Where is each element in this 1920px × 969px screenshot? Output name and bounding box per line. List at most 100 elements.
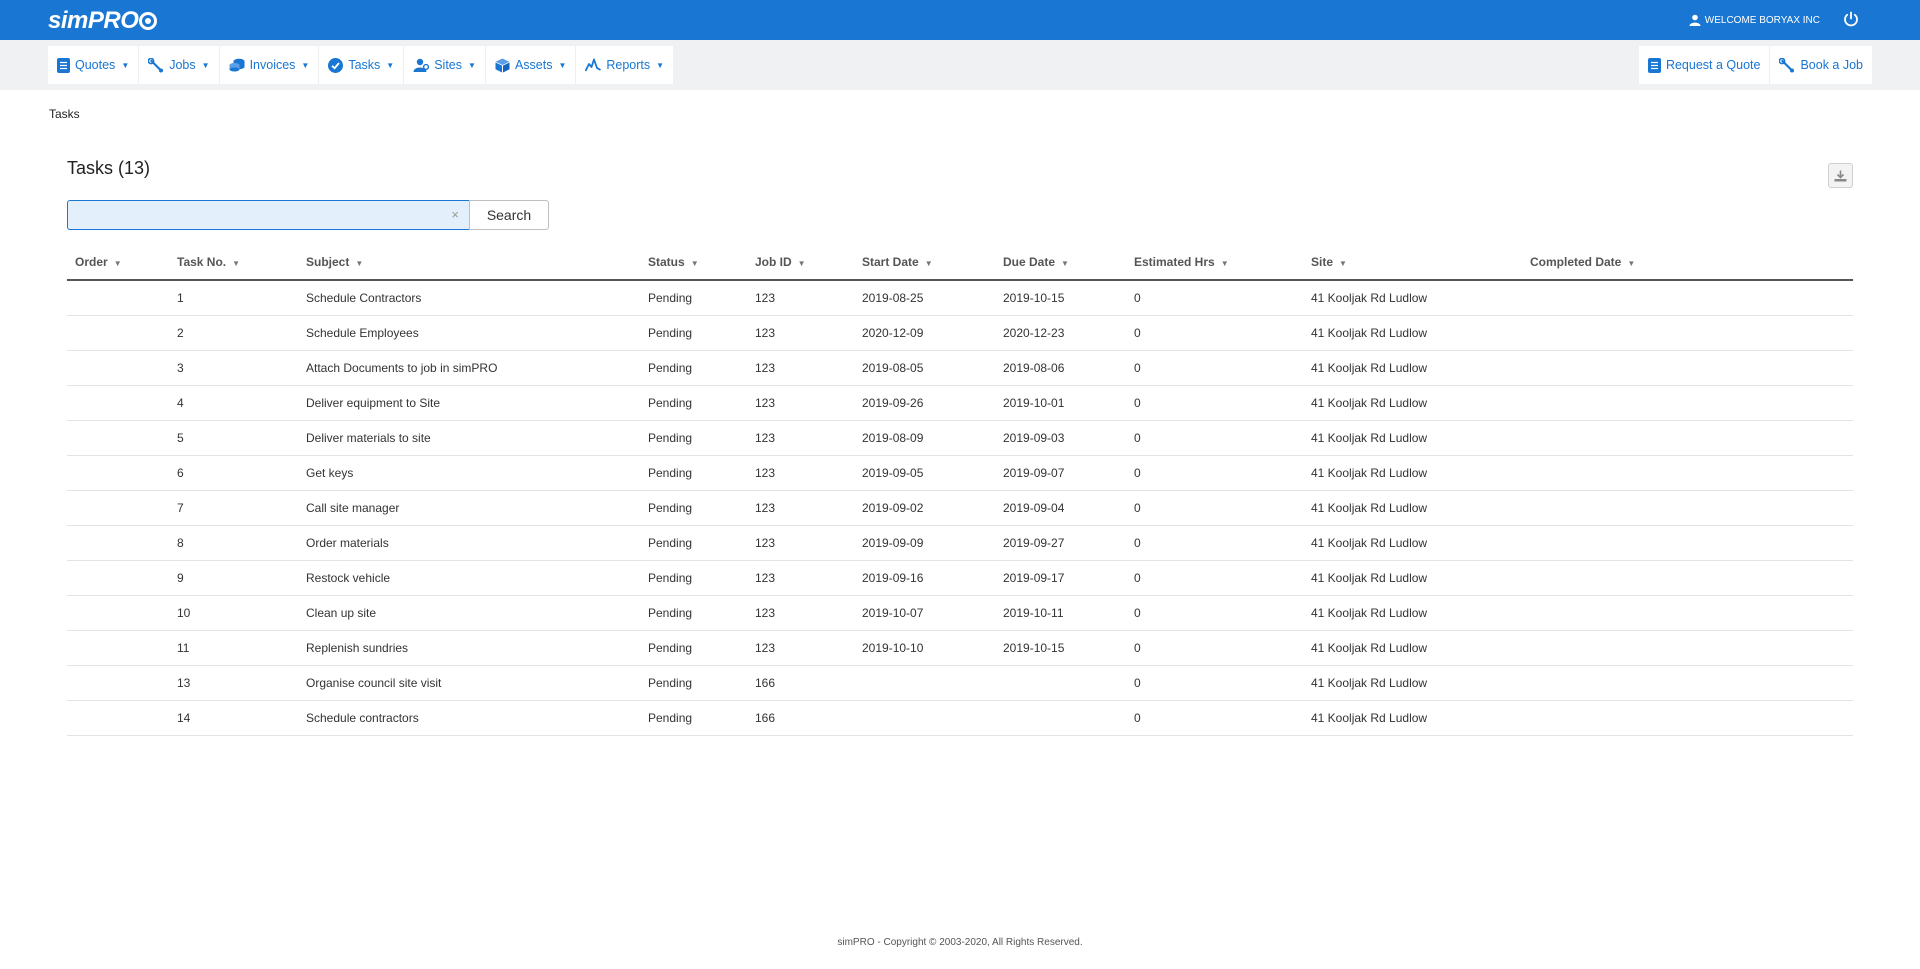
cell-subject[interactable]: Schedule Contractors — [298, 280, 640, 316]
column-header-completed-date[interactable]: Completed Date ▼ — [1522, 245, 1853, 281]
cell-subject[interactable]: Schedule contractors — [298, 700, 640, 736]
cell-start-date: 2019-09-02 — [854, 490, 995, 526]
cell-subject[interactable]: Organise council site visit — [298, 665, 640, 701]
table-row[interactable]: 8 Order materials Pending 123 2019-09-09 2019… — [67, 525, 1853, 561]
nav-assets[interactable]: Assets ▼ — [486, 46, 577, 84]
book-job-link[interactable]: Book a Job — [1770, 46, 1872, 84]
table-row[interactable]: 4 Deliver equipment to Site Pending 123 2019… — [67, 385, 1853, 421]
cell-estimated-hrs: 0 — [1126, 455, 1303, 491]
nav-sites[interactable]: Sites ▼ — [404, 46, 486, 84]
breadcrumb: Tasks — [49, 107, 80, 121]
cell-status: Pending — [640, 595, 747, 631]
nav-assets-label: Assets — [514, 58, 553, 72]
cell-start-date: 2019-10-07 — [854, 595, 995, 631]
wrench-icon — [1779, 57, 1795, 72]
cell-task-no: 3 — [169, 350, 298, 386]
nav-invoices[interactable]: Invoices ▼ — [220, 46, 320, 84]
cell-start-date — [854, 700, 995, 736]
welcome-user[interactable]: WELCOME BORYAX INC — [1689, 14, 1820, 26]
cell-site: 41 Kooljak Rd Ludlow — [1303, 525, 1522, 561]
cell-subject[interactable]: Deliver materials to site — [298, 420, 640, 456]
cell-due-date: 2019-08-06 — [995, 350, 1126, 386]
cell-start-date: 2019-09-09 — [854, 525, 995, 561]
table-row[interactable]: 5 Deliver materials to site Pending 123 2019… — [67, 420, 1853, 456]
column-header-task-no[interactable]: Task No. ▼ — [169, 245, 298, 281]
column-header-estimated-hrs[interactable]: Estimated Hrs ▼ — [1126, 245, 1303, 281]
cell-start-date: 2019-09-26 — [854, 385, 995, 421]
clear-search-icon[interactable]: × — [451, 207, 459, 222]
cell-site: 41 Kooljak Rd Ludlow — [1303, 665, 1522, 701]
cell-subject[interactable]: Order materials — [298, 525, 640, 561]
column-header-start-date[interactable]: Start Date ▼ — [854, 245, 995, 281]
cell-completed-date — [1522, 490, 1853, 526]
logo-text: simPRO — [48, 7, 139, 34]
cell-subject[interactable]: Call site manager — [298, 490, 640, 526]
nav-quotes[interactable]: Quotes ▼ — [48, 46, 140, 84]
column-header-label: Completed Date — [1530, 255, 1622, 269]
cell-order — [67, 350, 169, 386]
cell-job-id: 123 — [747, 525, 854, 561]
column-header-job-id[interactable]: Job ID ▼ — [747, 245, 854, 281]
cell-order — [67, 700, 169, 736]
nav-jobs[interactable]: Jobs ▼ — [139, 46, 220, 84]
cell-due-date: 2019-10-11 — [995, 595, 1126, 631]
table-row[interactable]: 6 Get keys Pending 123 2019-09-05 2019-09-07 0… — [67, 455, 1853, 491]
column-header-site[interactable]: Site ▼ — [1303, 245, 1522, 281]
cell-task-no: 5 — [169, 420, 298, 456]
primary-nav: Quotes ▼ Jobs ▼ Invoices ▼ Tasks ▼ Sites… — [48, 46, 674, 84]
power-logout-icon[interactable] — [1842, 10, 1860, 28]
cell-estimated-hrs: 0 — [1126, 280, 1303, 316]
sort-caret-icon: ▼ — [924, 259, 933, 268]
cell-task-no: 7 — [169, 490, 298, 526]
cell-due-date: 2019-10-01 — [995, 385, 1126, 421]
table-row[interactable]: 13 Organise council site visit Pending 166 0… — [67, 665, 1853, 701]
cell-start-date — [854, 665, 995, 701]
cell-task-no: 1 — [169, 280, 298, 316]
export-button[interactable] — [1828, 163, 1853, 188]
table-row[interactable]: 9 Restock vehicle Pending 123 2019-09-16 2019… — [67, 560, 1853, 596]
search-box: × — [67, 200, 469, 230]
cell-order — [67, 280, 169, 316]
table-row[interactable]: 2 Schedule Employees Pending 123 2020-12-09 2… — [67, 315, 1853, 351]
cell-subject[interactable]: Get keys — [298, 455, 640, 491]
cell-task-no: 9 — [169, 560, 298, 596]
cell-status: Pending — [640, 665, 747, 701]
column-header-status[interactable]: Status ▼ — [640, 245, 747, 281]
cell-job-id: 123 — [747, 350, 854, 386]
cell-subject[interactable]: Attach Documents to job in simPRO — [298, 350, 640, 386]
cell-estimated-hrs: 0 — [1126, 525, 1303, 561]
column-header-subject[interactable]: Subject ▼ — [298, 245, 640, 281]
cell-start-date: 2019-08-05 — [854, 350, 995, 386]
table-row[interactable]: 10 Clean up site Pending 123 2019-10-07 2019-… — [67, 595, 1853, 631]
cell-estimated-hrs: 0 — [1126, 490, 1303, 526]
table-row[interactable]: 1 Schedule Contractors Pending 123 2019-08-2… — [67, 280, 1853, 316]
sort-caret-icon: ▼ — [1220, 259, 1229, 268]
column-header-label: Start Date — [862, 255, 919, 269]
cell-site: 41 Kooljak Rd Ludlow — [1303, 280, 1522, 316]
column-header-order[interactable]: Order ▼ — [67, 245, 169, 281]
request-quote-link[interactable]: Request a Quote — [1639, 46, 1771, 84]
nav-reports[interactable]: Reports ▼ — [576, 46, 673, 84]
cell-subject[interactable]: Deliver equipment to Site — [298, 385, 640, 421]
table-row[interactable]: 11 Replenish sundries Pending 123 2019-10-10… — [67, 630, 1853, 666]
column-header-due-date[interactable]: Due Date ▼ — [995, 245, 1126, 281]
nav-tasks[interactable]: Tasks ▼ — [319, 46, 405, 84]
cell-task-no: 2 — [169, 315, 298, 351]
cell-order — [67, 525, 169, 561]
cell-due-date — [995, 700, 1126, 736]
document-icon — [57, 57, 70, 73]
table-row[interactable]: 14 Schedule contractors Pending 166 0 41 Kool… — [67, 700, 1853, 736]
search-input[interactable] — [68, 201, 469, 229]
column-header-label: Site — [1311, 255, 1334, 269]
simpro-logo[interactable]: simPRO — [48, 7, 158, 35]
sort-caret-icon: ▼ — [232, 259, 241, 268]
cell-subject[interactable]: Clean up site — [298, 595, 640, 631]
cell-start-date: 2019-10-10 — [854, 630, 995, 666]
cell-subject[interactable]: Replenish sundries — [298, 630, 640, 666]
table-row[interactable]: 7 Call site manager Pending 123 2019-09-02 20… — [67, 490, 1853, 526]
cell-subject[interactable]: Schedule Employees — [298, 315, 640, 351]
cell-subject[interactable]: Restock vehicle — [298, 560, 640, 596]
cell-order — [67, 420, 169, 456]
search-button[interactable]: Search — [469, 200, 549, 230]
table-row[interactable]: 3 Attach Documents to job in simPRO Pendin… — [67, 350, 1853, 386]
